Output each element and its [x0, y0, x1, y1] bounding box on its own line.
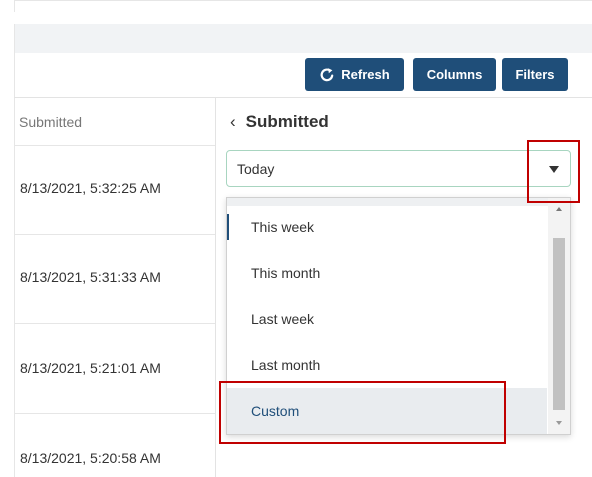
select-value: Today — [237, 161, 275, 177]
table-cell-submitted: 8/13/2021, 5:31:33 AM — [20, 269, 161, 285]
refresh-icon — [320, 67, 334, 81]
dropdown-option-this-month[interactable]: This month — [227, 250, 547, 296]
dropdown-option-last-week[interactable]: Last week — [227, 296, 547, 342]
scroll-down-icon[interactable] — [556, 421, 562, 425]
table-cell-submitted: 8/13/2021, 5:21:01 AM — [20, 360, 161, 376]
grid-top-divider — [14, 97, 592, 98]
scrollbar-thumb[interactable] — [553, 238, 565, 410]
panel-divider — [215, 98, 216, 477]
filter-panel-title: Submitted — [245, 112, 329, 131]
date-range-select[interactable]: Today — [226, 150, 571, 187]
refresh-button-label: Refresh — [341, 67, 390, 82]
chevron-left-icon[interactable]: ‹ — [230, 112, 236, 132]
window-frame — [14, 0, 592, 12]
dropdown-arrow-icon[interactable] — [549, 166, 559, 173]
row-divider — [14, 323, 215, 324]
header-band — [14, 24, 592, 53]
table-cell-submitted: 8/13/2021, 5:20:58 AM — [20, 450, 161, 466]
scroll-up-icon[interactable] — [556, 207, 562, 211]
table-cell-submitted: 8/13/2021, 5:32:25 AM — [20, 180, 161, 196]
dropdown-scrollbar[interactable] — [548, 198, 570, 434]
date-range-dropdown: This week This month Last week Last mont… — [226, 197, 571, 435]
row-divider — [14, 413, 215, 414]
columns-button[interactable]: Columns — [413, 58, 496, 91]
row-divider — [14, 145, 215, 146]
dropdown-option-last-month[interactable]: Last month — [227, 342, 547, 388]
column-header-submitted[interactable]: Submitted — [19, 114, 82, 130]
filters-button[interactable]: Filters — [502, 58, 568, 91]
dropdown-option-this-week[interactable]: This week — [227, 204, 547, 250]
filters-button-label: Filters — [515, 67, 555, 82]
dropdown-option-custom[interactable]: Custom — [227, 388, 547, 434]
columns-button-label: Columns — [426, 67, 483, 82]
row-divider — [14, 234, 215, 235]
filter-panel-header[interactable]: ‹ Submitted — [230, 112, 329, 132]
refresh-button[interactable]: Refresh — [305, 58, 404, 91]
